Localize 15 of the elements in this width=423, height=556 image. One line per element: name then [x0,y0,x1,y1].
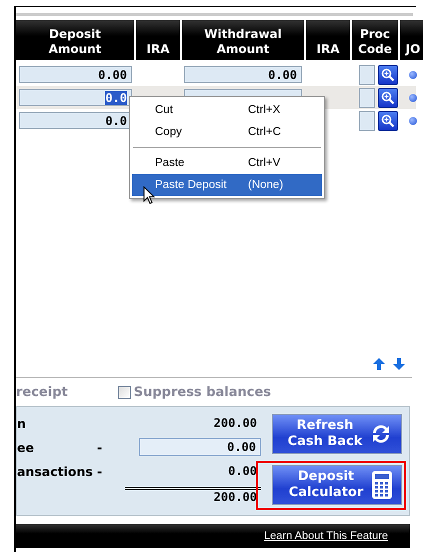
column-header: Deposit Amount [16,20,134,60]
column-header: IRA [136,20,180,60]
summary-label: n [17,416,26,430]
column-header: Proc Code [352,20,398,60]
receipt-label: receipt [16,384,68,400]
column-header: IRA [306,20,350,60]
summary-label: ee [17,440,34,454]
summary-amount: 200.00 [212,416,258,430]
suppress-balances-label: Suppress balances [134,384,272,400]
minus-sign: - [97,440,102,454]
summary-amount: 0.00 [227,464,258,478]
minus-sign: - [97,464,102,478]
column-header: Withdrawal Amount [182,20,304,60]
summary-label: ansactions [17,464,93,478]
column-header: JO [400,20,423,60]
